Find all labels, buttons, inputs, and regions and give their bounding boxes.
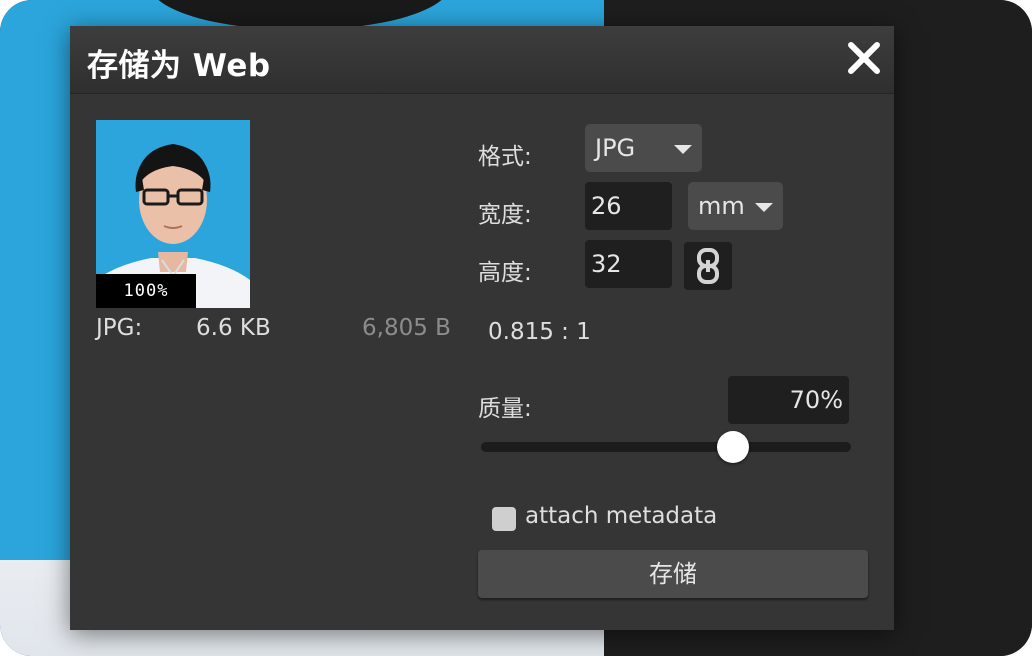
width-input[interactable] xyxy=(585,182,672,230)
caret-down-icon xyxy=(755,203,773,212)
unit-select[interactable]: mm xyxy=(688,182,783,230)
format-select[interactable]: JPG xyxy=(585,124,702,172)
quality-slider-thumb[interactable] xyxy=(716,431,749,463)
file-size-kb: 6.6 KB xyxy=(196,315,271,341)
zoom-badge: 100% xyxy=(96,274,196,308)
format-select-value: JPG xyxy=(595,134,636,162)
dialog-titlebar: 存储为 Web xyxy=(70,26,894,94)
preview-thumbnail: 100% xyxy=(96,120,250,308)
app-window: 存储为 Web 100% JPG: 6.6 KB 6,805 B 格式: JPG… xyxy=(0,0,1032,656)
format-label: 格式: xyxy=(478,144,532,170)
dialog-title: 存储为 Web xyxy=(87,48,271,84)
attach-metadata-checkbox[interactable] xyxy=(492,507,516,531)
caret-down-icon xyxy=(674,145,692,154)
quality-label: 质量: xyxy=(478,396,532,422)
file-format-label: JPG: xyxy=(96,315,143,341)
width-label: 宽度: xyxy=(478,202,532,228)
aspect-ratio: 0.815 : 1 xyxy=(488,319,591,345)
save-button[interactable]: 存储 xyxy=(478,550,868,598)
save-for-web-dialog: 存储为 Web 100% JPG: 6.6 KB 6,805 B 格式: JPG… xyxy=(70,26,894,630)
quality-input[interactable] xyxy=(728,376,849,424)
constrain-proportions-button[interactable] xyxy=(684,242,732,290)
close-button[interactable] xyxy=(846,40,882,76)
unit-select-value: mm xyxy=(698,192,745,220)
file-size-bytes: 6,805 B xyxy=(362,315,451,341)
chain-link-icon xyxy=(697,248,719,284)
height-input[interactable] xyxy=(585,240,672,288)
attach-metadata-label: attach metadata xyxy=(525,503,718,529)
height-label: 高度: xyxy=(478,260,532,286)
close-icon xyxy=(848,42,880,74)
quality-slider[interactable] xyxy=(481,431,851,463)
